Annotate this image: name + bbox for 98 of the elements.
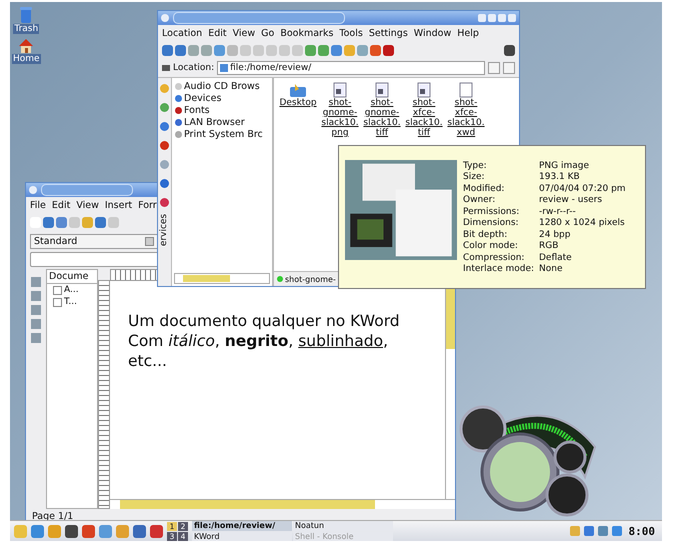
property-value: Deflate — [539, 252, 572, 263]
file-name[interactable]: shot-gnome-slack10.tiff — [363, 98, 401, 138]
toolbar-icon[interactable] — [95, 216, 106, 228]
document-icon[interactable] — [459, 82, 473, 98]
sidebar-tab-icon[interactable] — [160, 160, 169, 169]
menu-item[interactable]: View — [76, 200, 99, 210]
tree-item[interactable]: LAN Browser — [184, 116, 245, 128]
menu-item[interactable]: Location — [162, 28, 202, 38]
toolbar-icon[interactable] — [331, 44, 342, 56]
toolbar-icon[interactable] — [318, 44, 329, 56]
menu-item[interactable]: Help — [457, 28, 479, 38]
location-field[interactable]: file:/home/review/ — [217, 61, 485, 75]
tree-item[interactable]: Fonts — [184, 104, 210, 116]
task-button[interactable]: file:/home/review/ — [192, 521, 292, 530]
menu-item[interactable]: Settings — [368, 28, 408, 38]
horizontal-scrollbar[interactable] — [174, 273, 270, 284]
menu-item[interactable]: File — [30, 200, 46, 210]
property-value: PNG image — [539, 160, 590, 171]
toolbar-icon[interactable] — [214, 44, 225, 56]
image-file-icon[interactable] — [333, 82, 347, 98]
menu-item[interactable]: Edit — [208, 28, 227, 38]
desktop-icon-label[interactable]: Trash — [13, 24, 40, 34]
launcher-icon[interactable] — [150, 524, 163, 538]
file-name[interactable]: shot-xfce-slack10.tiff — [405, 98, 443, 138]
tree-item[interactable]: Print System Brc — [184, 128, 263, 140]
property-label: Compression: — [463, 252, 526, 263]
menu-item[interactable]: Bookmarks — [280, 28, 334, 38]
file-name[interactable]: shot-gnome-slack10.png — [321, 98, 359, 138]
trash-icon[interactable] — [19, 6, 34, 24]
toolbar-icon[interactable] — [162, 44, 173, 56]
property-label: Permissions: — [463, 206, 520, 217]
file-name[interactable]: shot-xfce-slack10.xwd — [447, 98, 485, 138]
status-text: shot-gnome- — [285, 274, 336, 284]
property-label: Type: — [463, 160, 488, 171]
tree-item[interactable]: Devices — [184, 92, 222, 104]
menu-item[interactable]: Window — [414, 28, 452, 38]
status-text: Page 1/1 — [32, 510, 74, 522]
property-value: None — [539, 264, 562, 274]
property-label: Interlace mode: — [463, 264, 536, 274]
menu-item[interactable]: Tools — [339, 28, 363, 38]
panel-header: Docume — [47, 270, 97, 284]
home-icon[interactable] — [18, 38, 34, 54]
property-value: 1280 x 1024 pixels — [539, 218, 625, 228]
style-dropdown[interactable]: Standard — [30, 234, 158, 248]
clear-button[interactable] — [503, 62, 515, 74]
menu-item[interactable]: Insert — [104, 200, 132, 210]
window-menu-icon[interactable] — [161, 14, 169, 22]
property-label: Modified: — [463, 184, 506, 194]
task-button[interactable]: KWord — [192, 532, 292, 541]
toolbar-icon[interactable] — [383, 44, 394, 56]
property-value: 24 bpp — [539, 230, 570, 240]
document-text: Com itálico, negrito, sublinhado, etc... — [128, 331, 389, 371]
tree-item[interactable]: A... — [64, 285, 79, 295]
property-label: Bit depth: — [463, 230, 508, 240]
property-value: review - users — [539, 195, 602, 206]
toolbar-icon[interactable] — [56, 216, 67, 228]
property-label: Dimensions: — [463, 218, 520, 228]
toolbar-icon[interactable] — [43, 216, 54, 228]
sidebar-tab-icon[interactable] — [160, 198, 169, 207]
location-icon — [162, 65, 170, 71]
file-name[interactable]: Desktop — [279, 98, 317, 108]
sidebar-tab-icon[interactable] — [160, 103, 169, 112]
launcher-icon[interactable] — [82, 524, 95, 538]
image-file-icon[interactable] — [375, 82, 389, 98]
gear-icon[interactable] — [504, 44, 515, 56]
property-label: Size: — [463, 172, 486, 182]
document-text: Um documento qualquer no KWord — [128, 311, 401, 331]
location-label: Location: — [173, 63, 214, 73]
sidebar-tab-icon[interactable] — [160, 179, 169, 188]
task-button[interactable]: Noatun — [293, 521, 393, 530]
toolbar-icon[interactable] — [305, 44, 316, 56]
sidebar-tab-icon[interactable] — [160, 122, 169, 131]
property-value: RGB — [539, 241, 558, 252]
desktop-icon-label[interactable]: Home — [12, 54, 41, 64]
dropdown-button[interactable] — [488, 62, 500, 74]
menu-item[interactable]: Edit — [52, 200, 70, 210]
toolbar-icon[interactable] — [370, 44, 381, 56]
folder-icon[interactable] — [289, 82, 307, 98]
launcher-icon[interactable] — [65, 524, 78, 538]
menu-item[interactable]: Go — [261, 28, 274, 38]
property-value: 07/04/04 07:20 pm — [539, 184, 626, 194]
menu-item[interactable]: View — [232, 28, 256, 38]
horizontal-scrollbar[interactable] — [110, 499, 455, 509]
sidebar-tab[interactable]: ervices — [160, 214, 170, 246]
clock[interactable]: 8:00 — [626, 524, 658, 538]
toolbar-icon[interactable] — [175, 44, 186, 56]
property-value: 193.1 KB — [539, 172, 580, 182]
sidebar-tab-icon[interactable] — [160, 141, 169, 150]
property-label: Owner: — [463, 195, 496, 206]
menu-item[interactable]: Forr — [138, 200, 157, 210]
window-menu-icon[interactable] — [29, 186, 37, 194]
property-value: -rw-r--r-- — [539, 206, 576, 217]
property-label: Color mode: — [463, 241, 519, 252]
tree-item[interactable]: T... — [64, 297, 78, 307]
tree-item[interactable]: Audio CD Brows — [184, 80, 260, 92]
launcher-icon[interactable] — [133, 524, 146, 538]
image-file-icon[interactable] — [417, 82, 431, 98]
status-dot — [277, 276, 283, 282]
